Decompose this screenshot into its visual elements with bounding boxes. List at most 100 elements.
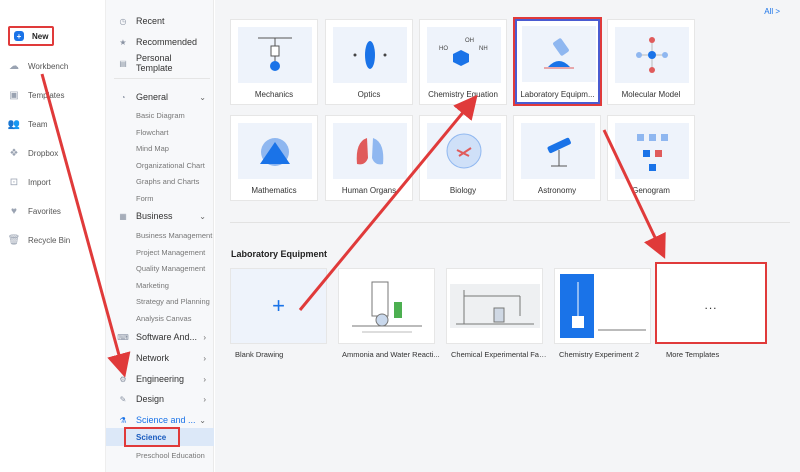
card-molecular-model[interactable]: Molecular Model xyxy=(607,19,695,105)
cat-software[interactable]: ⌨ Software And... › xyxy=(117,328,210,346)
sub-business-management[interactable]: Business Management xyxy=(136,228,212,242)
dropbox-icon: ❖ xyxy=(9,147,19,159)
rail-item-favorites[interactable]: ♥ Favorites xyxy=(8,201,61,221)
template-icon: ▣ xyxy=(9,89,19,101)
card-label: Optics xyxy=(357,90,381,99)
left-rail: + New ☁ Workbench ▣ Templates 👥 Team ❖ D… xyxy=(0,0,106,472)
rail-item-workbench[interactable]: ☁ Workbench xyxy=(8,56,68,76)
rail-item-label: Workbench xyxy=(28,61,69,71)
template-blank-drawing[interactable]: + xyxy=(230,268,327,344)
main-area: All > Mechanics Optics HO OH NH Chemistry … xyxy=(215,0,800,472)
sub-organizational-chart[interactable]: Organizational Chart xyxy=(136,158,205,172)
rail-item-dropbox[interactable]: ❖ Dropbox xyxy=(8,143,59,163)
biology-thumbnail xyxy=(427,123,501,179)
molecular-model-thumbnail xyxy=(615,27,689,83)
all-link[interactable]: All > xyxy=(764,7,780,16)
card-human-organs[interactable]: Human Organs xyxy=(325,115,413,201)
pencil-icon: ✎ xyxy=(119,394,127,404)
card-label: Mathematics xyxy=(251,186,297,195)
chemistry-equation-thumbnail: HO OH NH xyxy=(427,27,501,83)
card-label: Chemistry Equation xyxy=(428,90,498,99)
chem-nh-text: NH xyxy=(479,46,488,52)
sub-form[interactable]: Form xyxy=(136,191,154,205)
network-icon: ⊞ xyxy=(119,353,127,363)
template-chemical-facility[interactable] xyxy=(446,268,543,344)
cat-recent[interactable]: ◷ Recent xyxy=(118,12,210,30)
card-label: Biology xyxy=(449,186,477,195)
plus-icon: + xyxy=(14,31,24,41)
section-divider xyxy=(230,222,790,223)
cat-label: Software And... xyxy=(136,332,198,342)
card-label: Astronomy xyxy=(537,186,577,195)
mathematics-thumbnail xyxy=(238,123,312,179)
cat-engineering[interactable]: ⚙ Engineering › xyxy=(118,370,210,388)
cat-business[interactable]: ▦ Business ⌄ xyxy=(118,207,210,225)
card-laboratory-equipment[interactable]: Laboratory Equipm... xyxy=(513,17,602,106)
chevron-down-icon: ⌄ xyxy=(199,92,206,102)
rail-item-team[interactable]: 👥 Team xyxy=(8,114,48,134)
rail-item-label: Templates xyxy=(28,90,65,100)
template-label: Ammonia and Water Reacti... xyxy=(342,350,440,359)
astronomy-thumbnail xyxy=(521,123,595,179)
rail-item-templates[interactable]: ▣ Templates xyxy=(8,85,64,105)
sub-basic-diagram[interactable]: Basic Diagram xyxy=(136,108,185,122)
template-label: More Templates xyxy=(666,350,720,359)
template-chemistry-experiment-2[interactable] xyxy=(554,268,651,344)
sub-strategy-and-planning[interactable]: Strategy and Planning xyxy=(136,294,210,308)
cat-label: Science and ... xyxy=(136,415,196,425)
sub-project-management[interactable]: Project Management xyxy=(136,245,205,259)
card-chemistry-equation[interactable]: HO OH NH Chemistry Equation xyxy=(419,19,507,105)
rail-item-label: Team xyxy=(28,119,48,129)
sub-preschool-education[interactable]: Preschool Education xyxy=(136,448,205,462)
laboratory-equipment-thumbnail xyxy=(522,26,596,82)
flask-icon: ⚗ xyxy=(119,415,127,425)
import-icon: ⊡ xyxy=(9,176,19,188)
more-icon: ... xyxy=(704,298,718,312)
code-icon: ⌨ xyxy=(117,332,129,342)
chevron-down-icon: ⌄ xyxy=(199,211,206,221)
card-mathematics[interactable]: Mathematics xyxy=(230,115,318,201)
cat-network[interactable]: ⊞ Network › xyxy=(118,349,210,367)
more-templates-button[interactable]: ... xyxy=(655,262,767,344)
heart-icon: ♥ xyxy=(11,205,17,217)
cat-general[interactable]: ◔ General ⌄ xyxy=(118,88,210,106)
cat-label: Recommended xyxy=(136,37,198,47)
chem-ho-text: HO xyxy=(439,46,448,52)
cat-label: Recent xyxy=(136,16,165,26)
sub-marketing[interactable]: Marketing xyxy=(136,278,169,292)
cat-label: Personal Template xyxy=(135,53,173,73)
sub-analysis-canvas[interactable]: Analysis Canvas xyxy=(136,311,191,325)
sub-mind-map[interactable]: Mind Map xyxy=(136,141,169,155)
pie-icon: ◔ xyxy=(120,92,126,102)
sub-flowchart[interactable]: Flowchart xyxy=(136,125,169,139)
card-label: Molecular Model xyxy=(621,90,681,99)
template-label: Blank Drawing xyxy=(235,350,284,359)
sub-science[interactable]: Science xyxy=(124,427,180,447)
section-title: Laboratory Equipment xyxy=(231,249,328,259)
card-biology[interactable]: Biology xyxy=(419,115,507,201)
chevron-right-icon: › xyxy=(203,394,206,404)
sub-graphs-and-charts[interactable]: Graphs and Charts xyxy=(136,174,199,188)
mechanics-thumbnail xyxy=(238,27,312,83)
cat-recommended[interactable]: ★ Recommended xyxy=(118,33,210,51)
cloud-icon: ☁ xyxy=(9,60,19,72)
sub-quality-management[interactable]: Quality Management xyxy=(136,261,205,275)
card-genogram[interactable]: Genogram xyxy=(607,115,695,201)
briefcase-icon: ▦ xyxy=(119,211,127,221)
clock-icon: ◷ xyxy=(119,16,127,26)
card-label: Laboratory Equipm... xyxy=(520,90,595,99)
card-mechanics[interactable]: Mechanics xyxy=(230,19,318,105)
chem-oh-text: OH xyxy=(465,38,474,44)
cat-design[interactable]: ✎ Design › xyxy=(118,390,210,408)
cat-label: Engineering xyxy=(136,374,185,384)
card-optics[interactable]: Optics xyxy=(325,19,413,105)
new-button[interactable]: + New xyxy=(8,26,54,46)
gear-icon: ⚙ xyxy=(119,374,127,384)
cat-personal-template[interactable]: ▤ Personal Template xyxy=(118,53,210,73)
rail-item-recycle-bin[interactable]: 🗑 Recycle Bin xyxy=(8,230,71,250)
rail-item-import[interactable]: ⊡ Import xyxy=(8,172,51,192)
cat-label: Design xyxy=(136,394,165,404)
card-label: Mechanics xyxy=(254,90,294,99)
card-astronomy[interactable]: Astronomy xyxy=(513,115,601,201)
template-ammonia-water[interactable] xyxy=(338,268,435,344)
